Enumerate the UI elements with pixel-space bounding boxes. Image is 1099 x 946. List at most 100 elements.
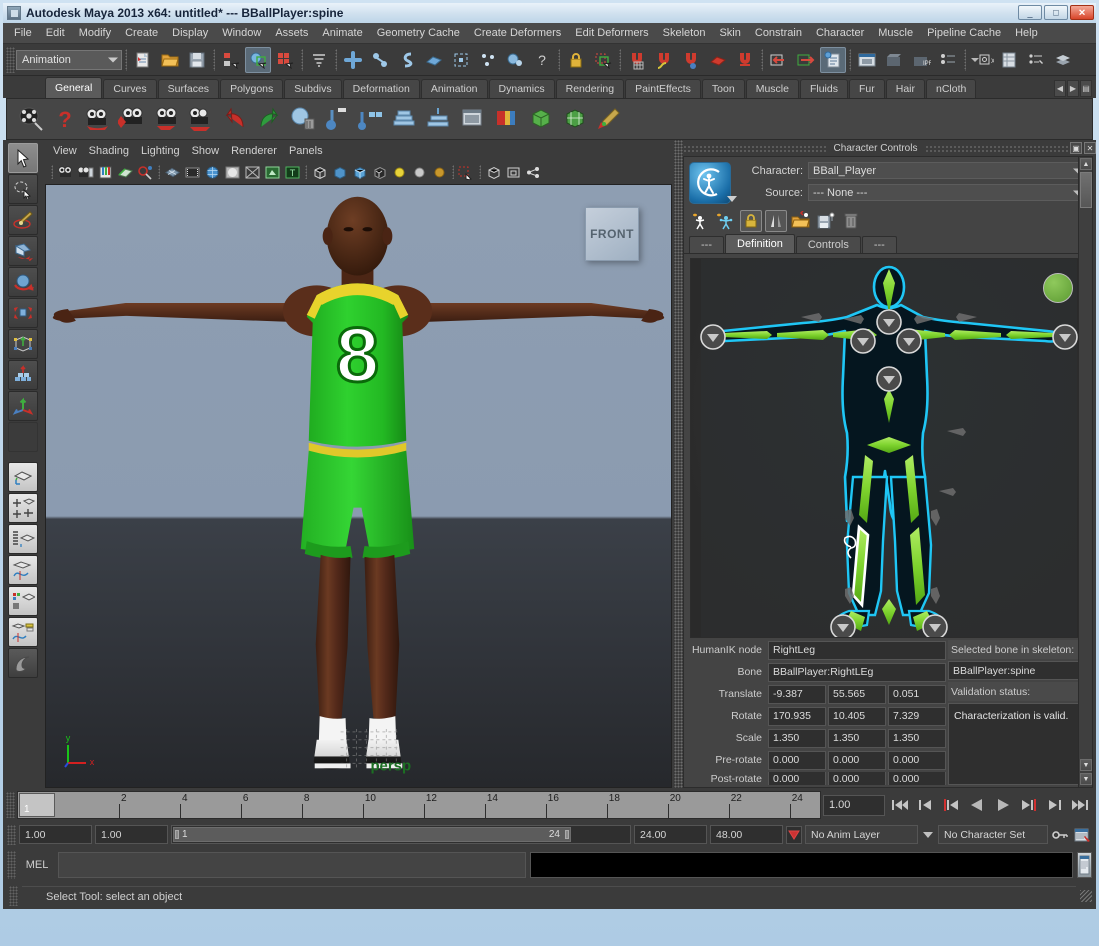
prerotate-y-field[interactable]: 0.000 bbox=[828, 750, 886, 770]
single-perspective-layout[interactable] bbox=[8, 462, 38, 492]
wireframe-text-icon[interactable]: T bbox=[283, 163, 302, 182]
rotate-x-field[interactable]: 170.935 bbox=[768, 706, 826, 726]
select-camera-icon[interactable] bbox=[56, 163, 75, 182]
snap-to-grid-icon[interactable] bbox=[340, 47, 366, 73]
xray-joints-icon[interactable] bbox=[263, 163, 282, 182]
step-forward-frame-icon[interactable] bbox=[1043, 793, 1067, 817]
help-icon[interactable]: ? bbox=[529, 47, 555, 73]
shelf-tab-ncloth[interactable]: nCloth bbox=[926, 79, 977, 98]
magnet-curve-icon[interactable] bbox=[651, 47, 677, 73]
shelf-tab-muscle[interactable]: Muscle bbox=[745, 79, 799, 98]
camera-export-icon[interactable] bbox=[185, 103, 217, 135]
film-gate-icon[interactable] bbox=[183, 163, 202, 182]
minimize-button[interactable]: _ bbox=[1018, 5, 1042, 20]
use-all-lights-icon[interactable] bbox=[410, 163, 429, 182]
shelf-tab-fluids[interactable]: Fluids bbox=[799, 79, 848, 98]
script-editor-icon[interactable] bbox=[1077, 852, 1092, 878]
range-handle-right[interactable] bbox=[565, 830, 569, 839]
shelf-tab-deformation[interactable]: Deformation bbox=[342, 79, 420, 98]
snap-to-point2-icon[interactable] bbox=[475, 47, 501, 73]
playback-end-field[interactable]: 24.00 bbox=[634, 825, 707, 844]
layout-icon[interactable] bbox=[457, 103, 489, 135]
status-line-grip[interactable] bbox=[6, 46, 15, 73]
open-scene-icon[interactable] bbox=[157, 47, 183, 73]
four-view-layout[interactable] bbox=[8, 493, 38, 523]
stack-keys-icon[interactable] bbox=[389, 103, 421, 135]
shelf-tab-subdivs[interactable]: Subdivs bbox=[284, 79, 342, 98]
camera-attributes-icon[interactable] bbox=[76, 163, 95, 182]
paint-select-tool[interactable] bbox=[8, 205, 38, 235]
menu-item-modify[interactable]: Modify bbox=[72, 25, 118, 41]
new-scene-icon[interactable] bbox=[130, 47, 156, 73]
menu-item-edit-deformers[interactable]: Edit Deformers bbox=[568, 25, 655, 41]
menu-item-assets[interactable]: Assets bbox=[268, 25, 315, 41]
hypershade-persp-layout[interactable] bbox=[8, 586, 38, 616]
mirror-definition-icon[interactable] bbox=[765, 210, 787, 232]
viewport-menu-show[interactable]: Show bbox=[192, 145, 228, 157]
ipr-render-icon[interactable]: IPR bbox=[908, 47, 934, 73]
select-by-component-icon[interactable] bbox=[272, 47, 298, 73]
auto-keyframe-icon[interactable] bbox=[786, 825, 802, 844]
show-manipulator-icon[interactable]: x bbox=[969, 47, 995, 73]
render-current-frame-icon[interactable] bbox=[881, 47, 907, 73]
tool-settings-icon[interactable] bbox=[1023, 47, 1049, 73]
menu-item-create-deformers[interactable]: Create Deformers bbox=[467, 25, 568, 41]
translate-x-field[interactable]: -9.387 bbox=[768, 684, 826, 704]
scale-z-field[interactable]: 1.350 bbox=[888, 728, 946, 748]
output-connections-icon[interactable] bbox=[793, 47, 819, 73]
outliner-persp-layout[interactable] bbox=[8, 524, 38, 554]
lock-icon[interactable] bbox=[563, 47, 589, 73]
help-line-grip[interactable] bbox=[9, 886, 18, 906]
lasso-select-tool[interactable] bbox=[8, 174, 38, 204]
layer-editor-icon[interactable] bbox=[1050, 47, 1076, 73]
shelf-tab-fur[interactable]: Fur bbox=[848, 79, 885, 98]
bookmark-icon[interactable] bbox=[96, 163, 115, 182]
persp-graph-layout[interactable] bbox=[8, 555, 38, 585]
magnet-grid-icon[interactable] bbox=[624, 47, 650, 73]
shelf-tab-animation[interactable]: Animation bbox=[420, 79, 488, 98]
range-slider[interactable]: 1 24 bbox=[171, 825, 631, 844]
key-icon[interactable] bbox=[1051, 826, 1069, 844]
panel-close-button[interactable]: ✕ bbox=[1084, 142, 1097, 154]
viewport-toolbar-grip[interactable] bbox=[49, 163, 55, 181]
magnet-point-icon[interactable] bbox=[678, 47, 704, 73]
step-back-frame-icon[interactable] bbox=[913, 793, 937, 817]
paint-brush-icon[interactable] bbox=[593, 103, 625, 135]
translate-y-field[interactable]: 55.565 bbox=[828, 684, 886, 704]
character-set-selector[interactable]: No Character Set bbox=[938, 825, 1048, 844]
mel-input-field[interactable] bbox=[58, 852, 526, 878]
menu-item-animate[interactable]: Animate bbox=[315, 25, 369, 41]
range-slider-bar[interactable]: 1 24 bbox=[173, 827, 571, 842]
rotate-tool[interactable] bbox=[8, 267, 38, 297]
resolution-gate-icon[interactable] bbox=[203, 163, 222, 182]
panel-drag-dots-left[interactable] bbox=[683, 144, 826, 152]
shelf-tab-dynamics[interactable]: Dynamics bbox=[488, 79, 555, 98]
shadow-icon[interactable] bbox=[430, 163, 449, 182]
scale-tool[interactable] bbox=[8, 298, 38, 328]
film-reel-icon[interactable] bbox=[15, 103, 47, 135]
scroll-up-icon[interactable]: ▲ bbox=[1080, 158, 1092, 170]
maya-embedded-language-icon[interactable] bbox=[8, 648, 38, 678]
shaded-textured-icon[interactable] bbox=[350, 163, 369, 182]
shelf-prev-button[interactable]: ◀ bbox=[1054, 80, 1066, 97]
menu-item-muscle[interactable]: Muscle bbox=[871, 25, 920, 41]
play-forwards-icon[interactable] bbox=[991, 793, 1015, 817]
anim-layer-selector[interactable]: No Anim Layer bbox=[805, 825, 918, 844]
scale-y-field[interactable]: 1.350 bbox=[828, 728, 886, 748]
menu-item-display[interactable]: Display bbox=[165, 25, 215, 41]
character-controls-scrollbar[interactable]: ▲ ▼ ▼ bbox=[1078, 157, 1092, 787]
two-d-pan-zoom-icon[interactable] bbox=[136, 163, 155, 182]
panel-drag-dots-right[interactable] bbox=[925, 144, 1069, 152]
xray-active-icon[interactable] bbox=[504, 163, 523, 182]
move-tool[interactable] bbox=[8, 236, 38, 266]
shelf-tab-polygons[interactable]: Polygons bbox=[220, 79, 284, 98]
camera-key-icon[interactable] bbox=[117, 103, 149, 135]
shelf-tab-curves[interactable]: Curves bbox=[103, 79, 157, 98]
last-tool-used[interactable] bbox=[8, 391, 38, 421]
chevron-down-icon[interactable] bbox=[727, 196, 737, 202]
persp-outliner-graph-layout[interactable] bbox=[8, 617, 38, 647]
delete-definition-icon[interactable] bbox=[840, 210, 862, 232]
postrotate-x-field[interactable]: 0.000 bbox=[768, 772, 826, 785]
maximize-button[interactable]: □ bbox=[1044, 5, 1068, 20]
close-button[interactable]: ✕ bbox=[1070, 5, 1094, 20]
